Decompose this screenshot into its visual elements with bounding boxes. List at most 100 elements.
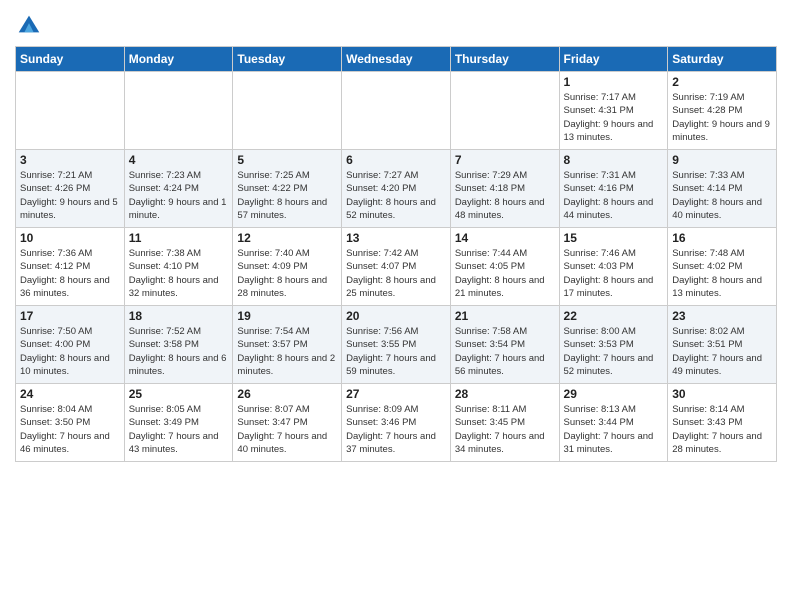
weekday-header-row: SundayMondayTuesdayWednesdayThursdayFrid… (16, 47, 777, 72)
calendar-cell: 24Sunrise: 8:04 AM Sunset: 3:50 PM Dayli… (16, 384, 125, 462)
day-number: 1 (564, 75, 664, 89)
calendar-cell: 20 Sunrise: 7:56 AM Sunset: 3:55 PM Dayli… (342, 306, 451, 384)
day-info: Sunrise: 7:33 AM Sunset: 4:14 PM Dayligh… (672, 169, 772, 222)
day-info: Sunrise: 7:54 AM Sunset: 3:57 PM Dayligh… (237, 325, 337, 378)
day-number: 28 (455, 387, 555, 401)
day-info: Sunrise: 7:17 AM Sunset: 4:31 PM Dayligh… (564, 91, 664, 144)
weekday-header: Tuesday (233, 47, 342, 72)
calendar-cell: 18 Sunrise: 7:52 AM Sunset: 3:58 PM Dayli… (124, 306, 233, 384)
day-info: Sunrise: 8:02 AM Sunset: 3:51 PM Dayligh… (672, 325, 772, 378)
weekday-header: Wednesday (342, 47, 451, 72)
day-info: Sunrise: 7:50 AM Sunset: 4:00 PM Dayligh… (20, 325, 120, 378)
day-info: Sunrise: 7:27 AM Sunset: 4:20 PM Dayligh… (346, 169, 446, 222)
day-info: Sunrise: 7:44 AM Sunset: 4:05 PM Dayligh… (455, 247, 555, 300)
day-number: 9 (672, 153, 772, 167)
calendar-cell: 21Sunrise: 7:58 AM Sunset: 3:54 PM Dayli… (450, 306, 559, 384)
day-number: 8 (564, 153, 664, 167)
day-number: 26 (237, 387, 337, 401)
day-info: Sunrise: 7:29 AM Sunset: 4:18 PM Dayligh… (455, 169, 555, 222)
calendar-cell: 16 Sunrise: 7:48 AM Sunset: 4:02 PM Dayli… (668, 228, 777, 306)
day-number: 11 (129, 231, 229, 245)
weekday-header: Friday (559, 47, 668, 72)
weekday-header: Sunday (16, 47, 125, 72)
calendar-cell: 4 Sunrise: 7:23 AM Sunset: 4:24 PM Daylig… (124, 150, 233, 228)
day-info: Sunrise: 7:31 AM Sunset: 4:16 PM Dayligh… (564, 169, 664, 222)
day-info: Sunrise: 7:52 AM Sunset: 3:58 PM Dayligh… (129, 325, 229, 378)
calendar-cell (16, 72, 125, 150)
calendar-cell: 12Sunrise: 7:40 AM Sunset: 4:09 PM Dayli… (233, 228, 342, 306)
day-info: Sunrise: 7:21 AM Sunset: 4:26 PM Dayligh… (20, 169, 120, 222)
day-number: 6 (346, 153, 446, 167)
day-info: Sunrise: 8:07 AM Sunset: 3:47 PM Dayligh… (237, 403, 337, 456)
day-info: Sunrise: 7:40 AM Sunset: 4:09 PM Dayligh… (237, 247, 337, 300)
day-number: 7 (455, 153, 555, 167)
day-number: 30 (672, 387, 772, 401)
day-number: 22 (564, 309, 664, 323)
calendar-cell: 23 Sunrise: 8:02 AM Sunset: 3:51 PM Dayli… (668, 306, 777, 384)
calendar-cell: 10 Sunrise: 7:36 AM Sunset: 4:12 PM Dayli… (16, 228, 125, 306)
calendar-cell: 26 Sunrise: 8:07 AM Sunset: 3:47 PM Dayli… (233, 384, 342, 462)
day-info: Sunrise: 8:14 AM Sunset: 3:43 PM Dayligh… (672, 403, 772, 456)
calendar-cell: 19 Sunrise: 7:54 AM Sunset: 3:57 PM Dayli… (233, 306, 342, 384)
calendar-cell: 13Sunrise: 7:42 AM Sunset: 4:07 PM Dayli… (342, 228, 451, 306)
day-number: 29 (564, 387, 664, 401)
page: SundayMondayTuesdayWednesdayThursdayFrid… (0, 0, 792, 612)
day-info: Sunrise: 8:00 AM Sunset: 3:53 PM Dayligh… (564, 325, 664, 378)
day-number: 16 (672, 231, 772, 245)
calendar-cell: 8 Sunrise: 7:31 AM Sunset: 4:16 PM Daylig… (559, 150, 668, 228)
calendar-cell: 17 Sunrise: 7:50 AM Sunset: 4:00 PM Dayli… (16, 306, 125, 384)
calendar-week-row: 10 Sunrise: 7:36 AM Sunset: 4:12 PM Dayli… (16, 228, 777, 306)
day-number: 3 (20, 153, 120, 167)
day-info: Sunrise: 7:19 AM Sunset: 4:28 PM Dayligh… (672, 91, 772, 144)
day-info: Sunrise: 7:25 AM Sunset: 4:22 PM Dayligh… (237, 169, 337, 222)
calendar-week-row: 24Sunrise: 8:04 AM Sunset: 3:50 PM Dayli… (16, 384, 777, 462)
calendar-cell: 6 Sunrise: 7:27 AM Sunset: 4:20 PM Daylig… (342, 150, 451, 228)
day-number: 18 (129, 309, 229, 323)
day-number: 19 (237, 309, 337, 323)
day-number: 24 (20, 387, 120, 401)
calendar: SundayMondayTuesdayWednesdayThursdayFrid… (15, 46, 777, 462)
day-info: Sunrise: 7:23 AM Sunset: 4:24 PM Dayligh… (129, 169, 229, 222)
day-number: 21 (455, 309, 555, 323)
day-number: 17 (20, 309, 120, 323)
logo-icon (15, 10, 43, 38)
day-info: Sunrise: 8:05 AM Sunset: 3:49 PM Dayligh… (129, 403, 229, 456)
calendar-cell: 28 Sunrise: 8:11 AM Sunset: 3:45 PM Dayli… (450, 384, 559, 462)
calendar-cell: 2 Sunrise: 7:19 AM Sunset: 4:28 PM Daylig… (668, 72, 777, 150)
calendar-cell: 30 Sunrise: 8:14 AM Sunset: 3:43 PM Dayli… (668, 384, 777, 462)
day-info: Sunrise: 8:09 AM Sunset: 3:46 PM Dayligh… (346, 403, 446, 456)
logo (15, 10, 45, 38)
calendar-week-row: 1 Sunrise: 7:17 AM Sunset: 4:31 PM Daylig… (16, 72, 777, 150)
calendar-cell: 29 Sunrise: 8:13 AM Sunset: 3:44 PM Dayli… (559, 384, 668, 462)
day-number: 23 (672, 309, 772, 323)
day-number: 14 (455, 231, 555, 245)
day-number: 20 (346, 309, 446, 323)
weekday-header: Saturday (668, 47, 777, 72)
calendar-cell (342, 72, 451, 150)
calendar-cell (233, 72, 342, 150)
day-number: 5 (237, 153, 337, 167)
calendar-cell: 27Sunrise: 8:09 AM Sunset: 3:46 PM Dayli… (342, 384, 451, 462)
day-info: Sunrise: 7:48 AM Sunset: 4:02 PM Dayligh… (672, 247, 772, 300)
day-info: Sunrise: 7:56 AM Sunset: 3:55 PM Dayligh… (346, 325, 446, 378)
calendar-cell: 3 Sunrise: 7:21 AM Sunset: 4:26 PM Daylig… (16, 150, 125, 228)
day-number: 15 (564, 231, 664, 245)
day-info: Sunrise: 7:36 AM Sunset: 4:12 PM Dayligh… (20, 247, 120, 300)
calendar-cell: 7 Sunrise: 7:29 AM Sunset: 4:18 PM Daylig… (450, 150, 559, 228)
day-info: Sunrise: 8:13 AM Sunset: 3:44 PM Dayligh… (564, 403, 664, 456)
day-info: Sunrise: 8:11 AM Sunset: 3:45 PM Dayligh… (455, 403, 555, 456)
day-number: 4 (129, 153, 229, 167)
calendar-cell: 9 Sunrise: 7:33 AM Sunset: 4:14 PM Daylig… (668, 150, 777, 228)
calendar-cell: 14 Sunrise: 7:44 AM Sunset: 4:05 PM Dayli… (450, 228, 559, 306)
day-number: 13 (346, 231, 446, 245)
calendar-week-row: 3 Sunrise: 7:21 AM Sunset: 4:26 PM Daylig… (16, 150, 777, 228)
calendar-cell: 15Sunrise: 7:46 AM Sunset: 4:03 PM Dayli… (559, 228, 668, 306)
calendar-cell: 25Sunrise: 8:05 AM Sunset: 3:49 PM Dayli… (124, 384, 233, 462)
day-number: 10 (20, 231, 120, 245)
weekday-header: Thursday (450, 47, 559, 72)
calendar-cell (124, 72, 233, 150)
calendar-cell: 1 Sunrise: 7:17 AM Sunset: 4:31 PM Daylig… (559, 72, 668, 150)
calendar-cell: 22 Sunrise: 8:00 AM Sunset: 3:53 PM Dayli… (559, 306, 668, 384)
day-number: 2 (672, 75, 772, 89)
day-info: Sunrise: 7:38 AM Sunset: 4:10 PM Dayligh… (129, 247, 229, 300)
